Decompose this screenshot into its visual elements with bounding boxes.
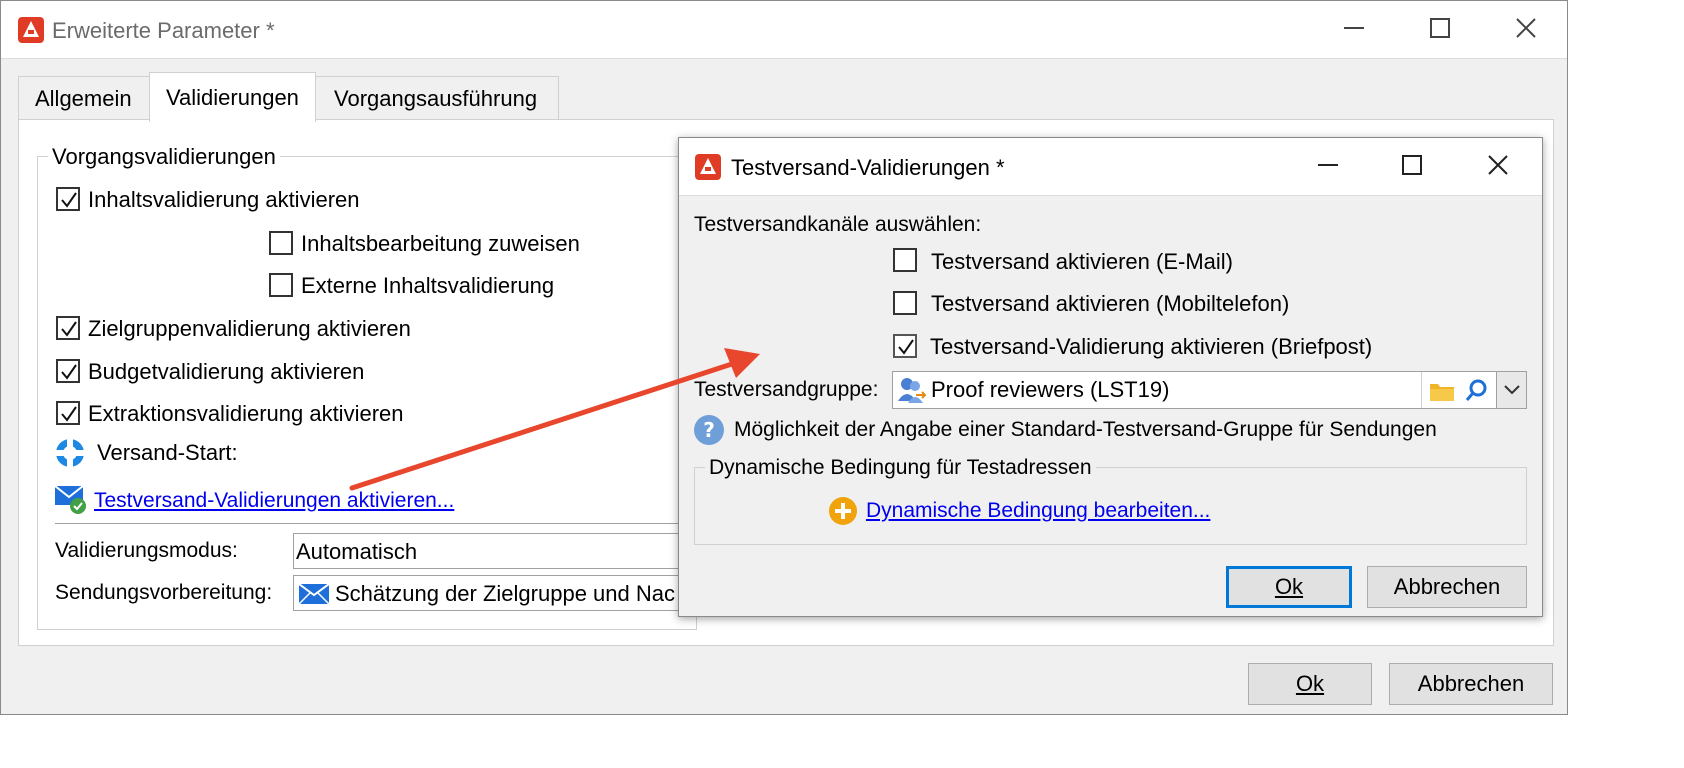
external-content-validation-checkbox[interactable] xyxy=(269,273,293,297)
dialog-ok-label: Ok xyxy=(1274,574,1304,599)
dialog-ok-button[interactable]: Ok xyxy=(1226,566,1352,608)
folder-icon[interactable] xyxy=(1429,380,1455,402)
dialog-cancel-button[interactable]: Abbrechen xyxy=(1367,566,1527,608)
ok-button[interactable]: Ok xyxy=(1248,663,1372,705)
mail-proof-label: Testversand-Validierung aktivieren (Brie… xyxy=(930,334,1373,359)
cancel-button[interactable]: Abbrechen xyxy=(1389,663,1553,705)
dynamic-condition-link[interactable]: Dynamische Bedingung bearbeiten... xyxy=(866,500,1210,521)
tab-vorgangsausfuehrung[interactable]: Vorgangsausführung xyxy=(315,76,559,120)
proof-dialog: Testversand-Validierungen * Testversandk… xyxy=(678,137,1543,617)
budget-validation-checkbox[interactable] xyxy=(56,359,80,383)
close-icon[interactable] xyxy=(1514,16,1538,40)
dialog-maximize-icon[interactable] xyxy=(1400,153,1424,177)
annotation-arrow xyxy=(349,348,760,491)
search-icon[interactable] xyxy=(1464,378,1490,404)
validation-mode-label: Validierungsmodus: xyxy=(55,539,238,562)
channels-label: Testversandkanäle auswählen: xyxy=(694,213,982,236)
dialog-cancel-label: Abbrechen xyxy=(1393,574,1501,599)
group-field-divider xyxy=(1421,372,1422,408)
mail-proof-checkbox[interactable] xyxy=(893,334,917,358)
preparation-value: Schätzung der Zielgruppe und Nac xyxy=(335,581,675,606)
dialog-logo-icon xyxy=(695,154,721,180)
dialog-title: Testversand-Validierungen * xyxy=(731,155,1005,180)
chevron-down-icon xyxy=(1504,385,1520,395)
separator xyxy=(55,523,685,524)
content-validation-checkbox[interactable] xyxy=(56,187,80,211)
assign-content-editing-label: Inhaltsbearbeitung zuweisen xyxy=(301,231,580,256)
window-title: Erweiterte Parameter * xyxy=(52,18,275,43)
group-dropdown-button[interactable] xyxy=(1496,372,1526,408)
help-text: Möglichkeit der Angabe einer Standard-Te… xyxy=(734,418,1437,441)
assign-content-editing-checkbox[interactable] xyxy=(269,231,293,255)
app-logo-icon xyxy=(18,17,44,43)
lifebuoy-icon xyxy=(55,438,85,468)
ok-label: Ok xyxy=(1295,671,1325,696)
dialog-close-icon[interactable] xyxy=(1486,153,1510,177)
tab-validierungen[interactable]: Validierungen xyxy=(149,72,316,122)
delivery-start-label: Versand-Start: xyxy=(97,440,238,465)
group-people-icon xyxy=(898,378,926,403)
group-title: Vorgangsvalidierungen xyxy=(48,146,280,168)
preparation-select[interactable]: Schätzung der Zielgruppe und Nac xyxy=(293,575,685,611)
dialog-minimize-icon[interactable] xyxy=(1316,155,1340,179)
external-content-validation-label: Externe Inhaltsvalidierung xyxy=(301,273,555,298)
validation-mode-select[interactable]: Automatisch xyxy=(293,533,685,569)
target-validation-checkbox[interactable] xyxy=(56,316,80,340)
preparation-label: Sendungsvorbereitung: xyxy=(55,581,273,604)
budget-validation-label: Budgetvalidierung aktivieren xyxy=(88,359,365,384)
validation-mode-value: Automatisch xyxy=(296,539,418,564)
add-icon xyxy=(829,497,857,525)
cancel-label: Abbrechen xyxy=(1417,671,1525,696)
email-proof-checkbox[interactable] xyxy=(893,248,917,272)
maximize-icon[interactable] xyxy=(1428,16,1452,40)
mail-check-icon xyxy=(54,485,86,514)
minimize-icon[interactable] xyxy=(1342,18,1366,42)
tab-allgemein[interactable]: Allgemein xyxy=(18,76,150,120)
target-validation-label: Zielgruppenvalidierung aktivieren xyxy=(88,316,411,341)
group-value: Proof reviewers (LST19) xyxy=(931,377,1170,402)
email-proof-label: Testversand aktivieren (E-Mail) xyxy=(931,249,1233,274)
content-validation-label: Inhaltsvalidierung aktivieren xyxy=(88,187,360,212)
mobile-proof-checkbox[interactable] xyxy=(893,291,917,315)
extraction-validation-checkbox[interactable] xyxy=(56,401,80,425)
envelope-icon xyxy=(299,584,329,604)
mobile-proof-label: Testversand aktivieren (Mobiltelefon) xyxy=(931,291,1290,316)
group-field[interactable]: Proof reviewers (LST19) xyxy=(892,371,1527,409)
